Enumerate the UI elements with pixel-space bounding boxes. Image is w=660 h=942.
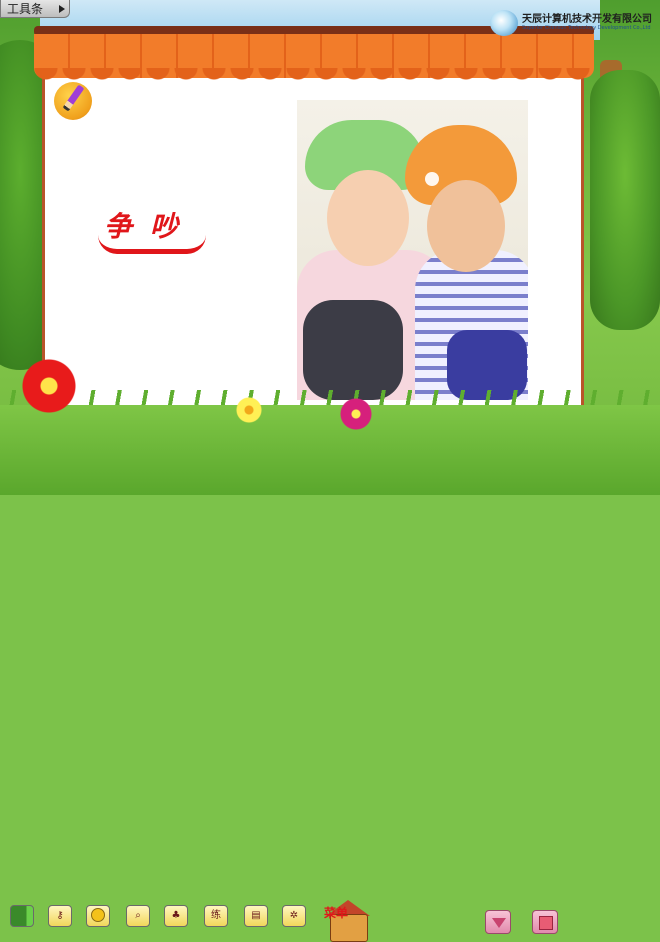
company-subtitle: Superior Chensun Technology Development … — [522, 25, 651, 31]
next-button[interactable] — [485, 910, 511, 934]
background-scene: 争吵 — [0, 0, 660, 495]
square-icon — [539, 916, 553, 930]
caret-right-icon — [59, 5, 65, 13]
girl-face — [327, 170, 409, 266]
practice-button[interactable]: 练 — [204, 905, 228, 927]
company-logo-icon — [490, 10, 518, 36]
boy-face — [427, 180, 505, 272]
pencil-shape — [62, 84, 85, 112]
pencil-icon[interactable] — [54, 82, 92, 120]
toolbar-toggle[interactable]: 工具条 — [0, 0, 70, 18]
battery-icon[interactable] — [10, 905, 34, 927]
bug-icon[interactable]: ✲ — [282, 905, 306, 927]
lesson-title: 争吵 — [98, 205, 214, 254]
menu-label: 菜单 — [324, 906, 349, 920]
girl-legs — [303, 300, 403, 400]
bottom-toolbar: ⚷ ⌕ ♣ 练 ▤ ✲ 菜单 — [0, 450, 660, 942]
red-flower — [20, 357, 78, 415]
hat-pompom — [425, 172, 439, 186]
menu-button[interactable]: 菜单 — [322, 900, 372, 942]
key-icon[interactable]: ⚷ — [48, 905, 72, 927]
yellow-flower — [236, 397, 262, 423]
title-swoosh — [98, 235, 206, 254]
pine-tree-icon[interactable]: ♣ — [164, 905, 188, 927]
circle-icon[interactable] — [86, 905, 110, 927]
company-logo: 天辰计算机技术开发有限公司 Superior Chensun Technolog… — [490, 8, 658, 38]
magnifier-icon[interactable]: ⌕ — [126, 905, 150, 927]
right-tree — [590, 70, 660, 330]
bar-chart-icon[interactable]: ▤ — [244, 905, 268, 927]
children-photo — [297, 100, 528, 400]
circle-shape — [91, 908, 105, 922]
roof-scallop — [34, 68, 594, 80]
pink-flower — [340, 398, 372, 430]
stop-button[interactable] — [532, 910, 558, 934]
triangle-down-icon — [492, 918, 506, 928]
toolbar-label: 工具条 — [7, 2, 44, 16]
company-name: 天辰计算机技术开发有限公司 — [522, 14, 652, 25]
